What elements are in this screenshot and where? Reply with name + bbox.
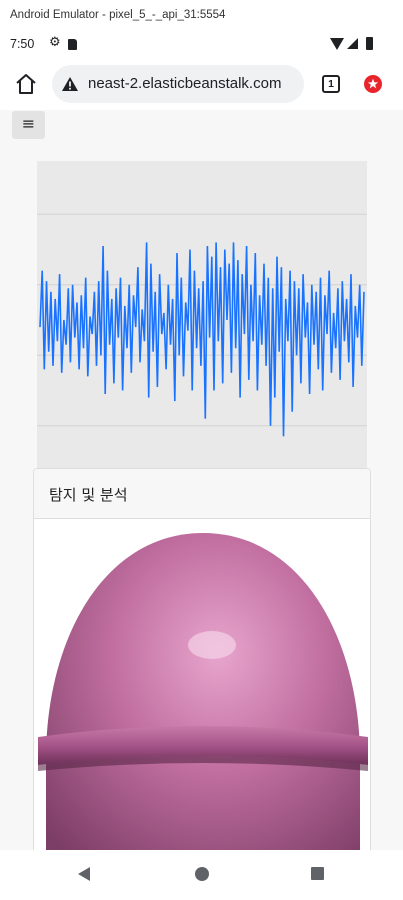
signal-icon [347,38,358,49]
detection-card: 탐지 및 분석 [33,468,371,850]
signal-series-line [39,242,365,437]
hamburger-menu-button[interactable]: ≡ [12,111,45,139]
emulator-title: Android Emulator - pixel_5_-_api_31:5554 [0,0,403,30]
address-bar[interactable]: neast-2.elasticbeanstalk.com [52,65,304,103]
battery-icon [366,37,373,50]
sd-card-icon [68,39,77,50]
home-circle-icon[interactable] [195,867,209,881]
system-navigation-bar [0,850,403,900]
home-icon[interactable] [14,72,38,96]
card-body [34,519,370,850]
signal-chart-svg [37,213,367,437]
extension-badge-icon[interactable] [363,74,383,94]
url-text[interactable]: neast-2.elasticbeanstalk.com [88,75,281,92]
tab-switcher-button[interactable]: 1 [322,75,340,93]
status-time: 7:50 [10,37,35,51]
wifi-icon [330,38,344,50]
card-title: 탐지 및 분석 [34,469,370,519]
recents-icon[interactable] [311,867,324,880]
gear-icon: ⚙ [49,35,61,50]
status-bar: 7:50 ⚙ [0,30,403,58]
back-icon[interactable] [78,867,90,881]
browser-toolbar: neast-2.elasticbeanstalk.com 1 [0,58,403,110]
egg-object-image [38,533,368,850]
web-page: ≡ 탐지 및 분석 [0,110,403,850]
signal-chart [37,161,367,471]
not-secure-warning-icon[interactable] [61,76,79,92]
